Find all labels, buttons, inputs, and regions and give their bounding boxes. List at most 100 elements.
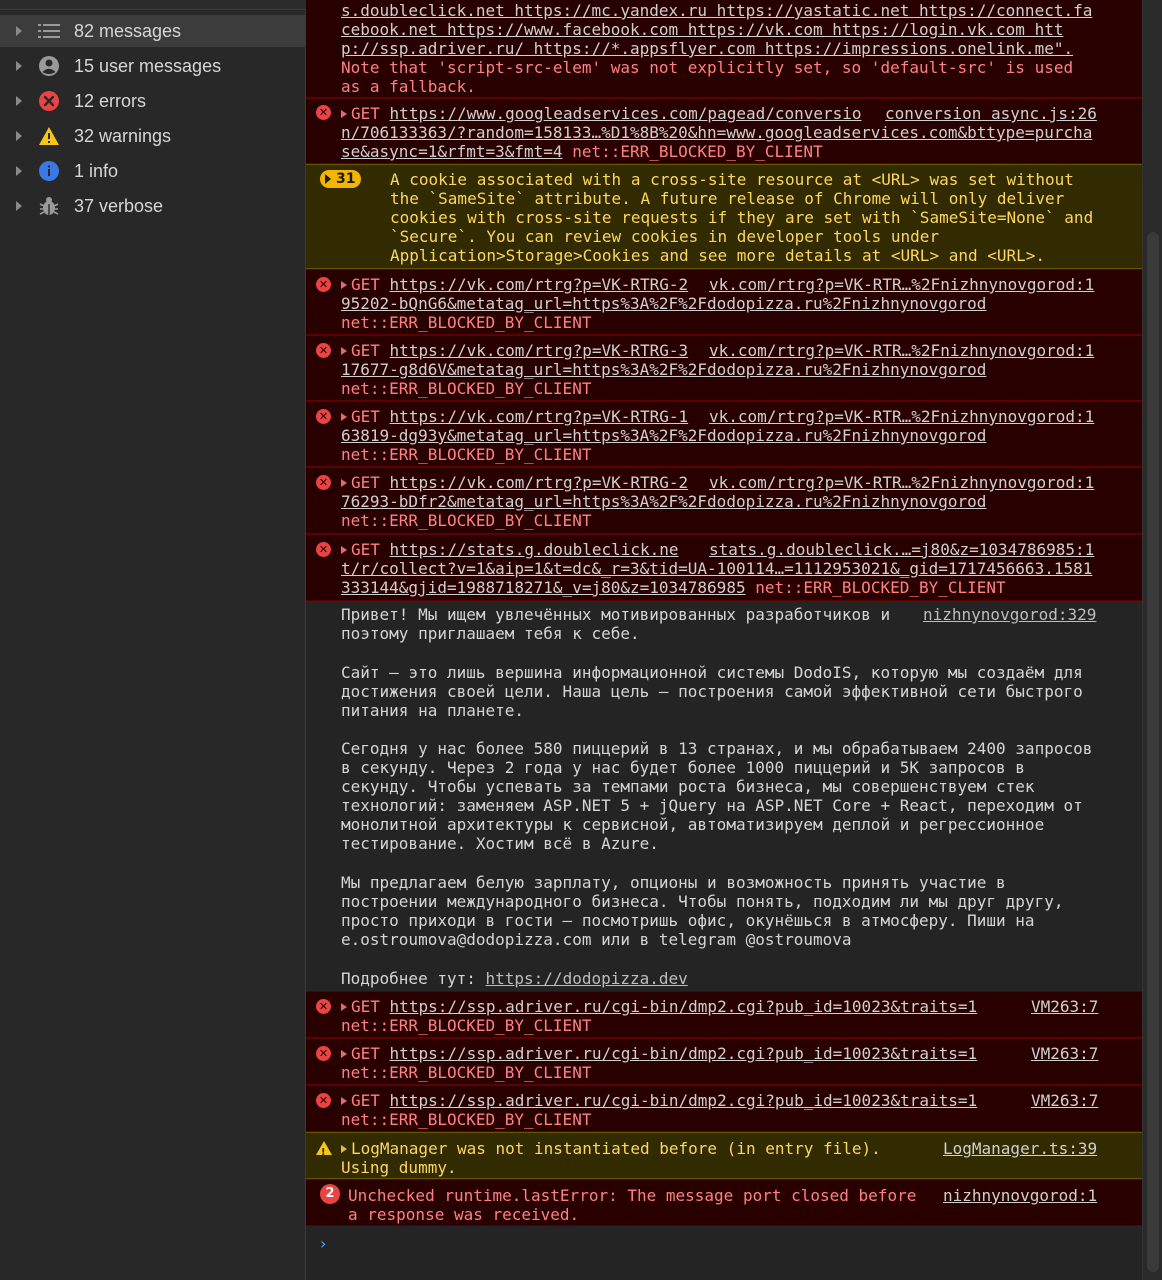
request-url[interactable]: 76293-bDfr2&metatag_url=https%3A%2F%2Fdo… [341,492,986,511]
request-url[interactable]: https://stats.g.doubleclick.ne [390,540,679,559]
request-url[interactable]: 63819-dg93y&metatag_url=https%3A%2F%2Fdo… [341,426,986,445]
sidebar-item-warnings[interactable]: 32 warnings [0,120,306,152]
info-icon [38,160,60,182]
request-method: GET [351,407,380,426]
expand-arrow-icon[interactable] [16,166,22,176]
request-url[interactable]: n/706133363/?random=158133…%D1%8B%20&hn=… [341,123,1092,142]
log-text: построении международного бизнеса. Чтобы… [341,892,1064,911]
sidebar-item-verbose[interactable]: 37 verbose [0,190,306,222]
expand-arrow-icon[interactable] [16,26,22,36]
request-url[interactable]: se&async=1&rfmt=3&fmt=4 [341,142,563,161]
console-message-error[interactable]: ✕ GET https://ssp.adriver.ru/cgi-bin/dmp… [306,1085,1142,1132]
request-url[interactable]: 333144&gjid=1988718271&_v=j80&z=10347869… [341,578,746,597]
source-link[interactable]: VM263:7 [1031,997,1098,1016]
log-text: питания на планете. [341,701,525,720]
expand-arrow-icon[interactable] [16,131,22,141]
error-icon: ✕ [316,409,331,424]
dodopizza-dev-link[interactable]: https://dodopizza.dev [486,969,688,988]
error-text: net::ERR_BLOCKED_BY_CLIENT [341,1110,592,1129]
console-message-error[interactable]: 2 Unchecked runtime.lastError: The messa… [306,1179,1142,1226]
expand-arrow-icon[interactable] [16,96,22,106]
request-url[interactable]: https://ssp.adriver.ru/cgi-bin/dmp2.cgi?… [390,1044,978,1063]
console-scrollbar[interactable] [1142,0,1162,1280]
console-message-error[interactable]: s.doubleclick.net https://mc.yandex.ru h… [306,0,1142,98]
request-url[interactable]: https://ssp.adriver.ru/cgi-bin/dmp2.cgi?… [390,1091,978,1110]
expand-triangle-icon[interactable] [341,110,347,118]
source-link[interactable]: stats.g.doubleclick.…=j80&z=1034786985:1 [709,540,1094,559]
console-prompt-icon[interactable]: › [320,1234,326,1253]
source-link[interactable]: nizhnynovgorod:329 [923,605,1096,624]
request-method: GET [351,997,380,1016]
expand-triangle-icon[interactable] [341,1050,347,1058]
scrollbar-thumb[interactable] [1147,232,1159,1272]
source-link[interactable]: conversion async.js:26 [885,104,1097,123]
expand-triangle-icon[interactable] [341,1003,347,1011]
sidebar-item-label: 82 messages [74,20,182,41]
user-icon [38,55,60,77]
expand-arrow-icon[interactable] [16,201,22,211]
csp-line[interactable]: s.doubleclick.net https://mc.yandex.ru h… [341,1,1092,20]
error-icon [38,90,60,112]
log-text: достижения своей цели. Наша цель — постр… [341,682,1083,701]
log-text: поэтому приглашаем тебя к себе. [341,624,640,643]
csp-line[interactable]: p://ssp.adriver.ru/ https://*.appsflyer.… [341,39,1073,58]
log-text: Сайт — это лишь вершина информационной с… [341,663,1083,682]
expand-triangle-icon[interactable] [341,281,347,289]
source-link[interactable]: VM263:7 [1031,1091,1098,1110]
source-link[interactable]: LogManager.ts:39 [943,1139,1097,1158]
source-link[interactable]: vk.com/rtrg?p=VK-RTR…%2Fnizhnynovgorod:1 [709,275,1094,294]
console-sidebar: 82 messages 15 user messages 12 errors 3… [0,0,306,1280]
source-link[interactable]: VM263:7 [1031,1044,1098,1063]
csp-line[interactable]: cebook.net https://www.facebook.com http… [341,20,1063,39]
log-text: секунду. Чтобы успевать за темпами роста… [341,777,1035,796]
console-message-error[interactable]: ✕ GET https://vk.com/rtrg?p=VK-RTRG-2 vk… [306,467,1142,534]
request-method: GET [351,341,380,360]
request-url[interactable]: https://vk.com/rtrg?p=VK-RTRG-1 [390,407,689,426]
sidebar-item-user-messages[interactable]: 15 user messages [0,50,306,82]
console-message-error[interactable]: ✕ GET https://www.googleadservices.com/p… [306,98,1142,164]
console-message-error[interactable]: ✕ GET https://vk.com/rtrg?p=VK-RTRG-2 vk… [306,269,1142,335]
console-output[interactable]: s.doubleclick.net https://mc.yandex.ru h… [306,0,1142,1280]
request-url[interactable]: https://vk.com/rtrg?p=VK-RTRG-2 [390,473,689,492]
list-icon [38,20,60,42]
sidebar-item-info[interactable]: 1 info [0,155,306,187]
repeat-count-badge[interactable]: 31 [320,170,362,188]
console-message-log[interactable]: Привет! Мы ищем увлечённых мотивированны… [306,601,1142,991]
sidebar-top-edge [0,0,306,10]
error-icon: ✕ [316,343,331,358]
sidebar-item-messages[interactable]: 82 messages [0,15,306,47]
request-url[interactable]: t/r/collect?v=1&aip=1&t=dc&_r=3&tid=UA-1… [341,559,1092,578]
expand-triangle-icon[interactable] [341,1097,347,1105]
request-url[interactable]: 95202-bQnG6&metatag_url=https%3A%2F%2Fdo… [341,294,986,313]
console-message-error[interactable]: ✕ GET https://ssp.adriver.ru/cgi-bin/dmp… [306,1038,1142,1085]
warning-text: Using dummy. [341,1158,457,1177]
console-message-warning[interactable]: 31 A cookie associated with a cross-site… [306,164,1142,269]
error-icon: ✕ [316,475,331,490]
sidebar-item-errors[interactable]: 12 errors [0,85,306,117]
warning-text: A cookie associated with a cross-site re… [390,170,1074,189]
console-message-error[interactable]: ✕ GET https://stats.g.doubleclick.ne sta… [306,534,1142,601]
expand-triangle-icon[interactable] [341,347,347,355]
source-link[interactable]: nizhnynovgorod:1 [943,1186,1097,1205]
request-url[interactable]: https://ssp.adriver.ru/cgi-bin/dmp2.cgi?… [390,997,978,1016]
sidebar-item-label: 32 warnings [74,125,172,146]
expand-triangle-icon[interactable] [341,413,347,421]
error-icon: ✕ [316,105,331,120]
warning-text: `Secure`. You can review cookies in deve… [390,227,940,246]
console-message-error[interactable]: ✕ GET https://ssp.adriver.ru/cgi-bin/dmp… [306,991,1142,1038]
expand-triangle-icon[interactable] [341,479,347,487]
console-message-warning[interactable]: ! LogManager was not instantiated before… [306,1132,1142,1179]
error-text: net::ERR_BLOCKED_BY_CLIENT [755,578,1006,597]
console-message-error[interactable]: ✕ GET https://vk.com/rtrg?p=VK-RTRG-3 vk… [306,335,1142,401]
expand-triangle-icon[interactable] [341,546,347,554]
request-url[interactable]: 17677-g8d6V&metatag_url=https%3A%2F%2Fdo… [341,360,986,379]
request-url[interactable]: https://vk.com/rtrg?p=VK-RTRG-2 [390,275,689,294]
source-link[interactable]: vk.com/rtrg?p=VK-RTR…%2Fnizhnynovgorod:1 [709,341,1094,360]
request-url[interactable]: https://www.googleadservices.com/pagead/… [390,104,862,123]
request-url[interactable]: https://vk.com/rtrg?p=VK-RTRG-3 [390,341,689,360]
source-link[interactable]: vk.com/rtrg?p=VK-RTR…%2Fnizhnynovgorod:1 [709,407,1094,426]
expand-triangle-icon[interactable] [341,1145,347,1153]
expand-arrow-icon[interactable] [16,61,22,71]
console-message-error[interactable]: ✕ GET https://vk.com/rtrg?p=VK-RTRG-1 vk… [306,401,1142,467]
source-link[interactable]: vk.com/rtrg?p=VK-RTR…%2Fnizhnynovgorod:1 [709,473,1094,492]
